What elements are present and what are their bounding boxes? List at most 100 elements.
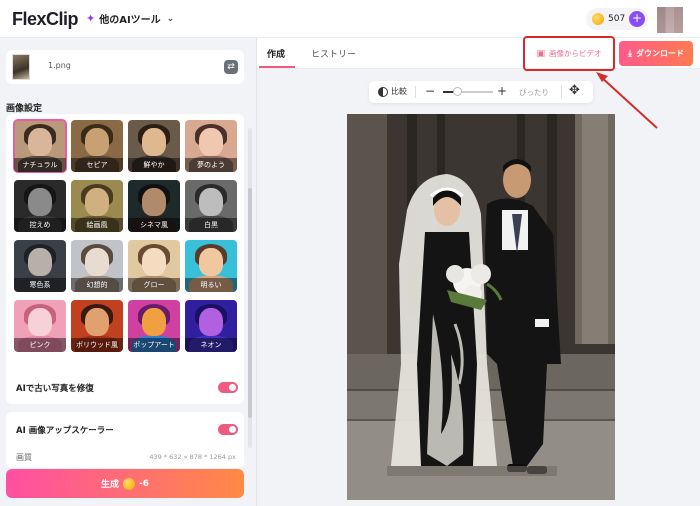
coin-icon — [123, 477, 135, 490]
download-icon: ⤓ — [628, 48, 632, 59]
portrait-thumbnail — [85, 248, 109, 276]
restore-label: AIで古い写真を修復 — [16, 384, 94, 394]
upscaler-option: AI 画像アップスケーラー 画質 439 * 632 » 878 * 1264 … — [6, 412, 244, 468]
download-label: ダウンロード — [635, 49, 684, 58]
portrait-thumbnail — [142, 248, 166, 276]
style-tile-label: ネオン — [185, 338, 237, 352]
portrait-thumbnail — [199, 248, 223, 276]
style-tile[interactable]: 明るい — [185, 240, 237, 292]
top-bar: FlexClip ✦ 他のAIツール ⌄ 507 + — [0, 0, 700, 38]
compare-button[interactable]: 比較 — [378, 86, 407, 97]
credits-count: 507 — [608, 14, 626, 24]
style-tile[interactable]: 絵画風 — [71, 180, 123, 232]
tabs-bar: 作成 ヒストリー ▣ 画像からビデオ ⤓ ダウンロード — [257, 36, 700, 71]
restore-toggle[interactable] — [218, 382, 238, 393]
style-tile-label: 鮮やか — [128, 158, 180, 172]
portrait-thumbnail — [142, 188, 166, 216]
add-credits-button[interactable]: + — [629, 11, 645, 27]
style-tile-label: 明るい — [185, 278, 237, 292]
style-tile[interactable]: ネオン — [185, 300, 237, 352]
credits-badge: 507 + — [586, 8, 648, 30]
image-to-video-label: 画像からビデオ — [549, 49, 602, 58]
portrait-thumbnail — [28, 248, 52, 276]
style-tile[interactable]: シネマ風 — [128, 180, 180, 232]
style-tile[interactable]: 白黒 — [185, 180, 237, 232]
video-icon: ▣ — [536, 48, 545, 59]
style-tile-label: 白黒 — [185, 218, 237, 232]
zoom-slider-handle[interactable] — [453, 87, 462, 96]
compare-icon — [378, 86, 388, 97]
download-button[interactable]: ⤓ ダウンロード — [619, 41, 693, 66]
portrait-thumbnail — [142, 128, 166, 156]
style-tile[interactable]: セピア — [71, 120, 123, 172]
style-tile[interactable]: グロー — [128, 240, 180, 292]
zoom-toolbar: 比較 − + ぴったり ✥ — [369, 81, 593, 103]
quality-label: 画質 — [16, 453, 32, 462]
portrait-thumbnail — [85, 308, 109, 336]
compare-label: 比較 — [391, 87, 407, 96]
style-tile[interactable]: 幻想的 — [71, 240, 123, 292]
style-tile-label: ボリウッド風 — [71, 338, 123, 352]
portrait-thumbnail — [142, 308, 166, 336]
generate-cost: -6 — [139, 478, 149, 489]
generate-label: 生成 — [100, 480, 119, 490]
active-tab-indicator — [259, 66, 295, 68]
upscaler-label: AI 画像アップスケーラー — [16, 426, 114, 436]
zoom-slider[interactable] — [443, 87, 493, 96]
style-tile[interactable]: 夢のよう — [185, 120, 237, 172]
portrait-thumbnail — [28, 188, 52, 216]
style-tile[interactable]: ナチュラル — [13, 119, 67, 173]
style-tile-label: 幻想的 — [71, 278, 123, 292]
portrait-thumbnail — [28, 128, 52, 156]
quality-values: 439 * 632 » 878 * 1264 px — [149, 453, 236, 461]
style-tile[interactable]: ポップアート — [128, 300, 180, 352]
zoom-in-button[interactable]: + — [497, 84, 507, 98]
style-tile-label: セピア — [71, 158, 123, 172]
style-tile[interactable]: 鮮やか — [128, 120, 180, 172]
photo-preview — [347, 114, 615, 500]
zoom-out-button[interactable]: − — [425, 84, 435, 98]
style-tile-label: 夢のよう — [185, 158, 237, 172]
style-tile-label: グロー — [128, 278, 180, 292]
editor-area: 作成 ヒストリー ▣ 画像からビデオ ⤓ ダウンロード 比較 − + ぴったり … — [256, 36, 700, 506]
style-tile-label: シネマ風 — [128, 218, 180, 232]
style-tile[interactable]: ボリウッド風 — [71, 300, 123, 352]
move-icon[interactable]: ✥ — [569, 83, 580, 98]
settings-panel: 1.png ⇄ 画像設定 ナチュラル セピア 鮮やか 夢のよう控えめ 絵画風 シネマ風 白黒… — [0, 38, 256, 506]
uploaded-file-card: 1.png ⇄ — [6, 50, 244, 84]
fit-button[interactable]: ぴったり — [519, 87, 549, 98]
tab-history[interactable]: ヒストリー — [311, 47, 356, 60]
user-avatar[interactable] — [657, 7, 683, 33]
style-tile-label: 絵画風 — [71, 218, 123, 232]
portrait-thumbnail — [85, 188, 109, 216]
file-thumbnail — [12, 54, 30, 80]
style-tile-label: 寒色系 — [14, 278, 66, 292]
portrait-thumbnail — [199, 188, 223, 216]
ai-tools-label: 他のAIツール — [99, 15, 161, 26]
scrollbar-thumb[interactable] — [248, 188, 252, 418]
style-grid: ナチュラル セピア 鮮やか 夢のよう控えめ 絵画風 シネマ風 白黒寒色系 幻想的 グロー 明るいピ… — [13, 119, 237, 352]
style-tile-label: ポップアート — [128, 338, 180, 352]
portrait-thumbnail — [85, 128, 109, 156]
generate-button[interactable]: 生成 -6 — [6, 469, 244, 498]
flexclip-logo[interactable]: FlexClip — [12, 9, 79, 30]
wedding-photo — [347, 114, 615, 500]
divider — [561, 86, 562, 98]
coin-icon — [592, 13, 604, 25]
replace-image-icon[interactable]: ⇄ — [224, 60, 238, 74]
image-settings-title: 画像設定 — [6, 104, 43, 114]
ai-tools-menu[interactable]: ✦ 他のAIツール ⌄ — [86, 11, 174, 26]
style-tile-label: ナチュラル — [14, 158, 66, 172]
image-to-video-button[interactable]: ▣ 画像からビデオ — [525, 41, 613, 66]
portrait-thumbnail — [199, 308, 223, 336]
portrait-thumbnail — [199, 128, 223, 156]
file-name: 1.png — [48, 61, 71, 70]
style-tile[interactable]: 寒色系 — [14, 240, 66, 292]
style-tile[interactable]: 控えめ — [14, 180, 66, 232]
upscaler-toggle[interactable] — [218, 424, 238, 435]
divider — [415, 86, 416, 98]
style-tile[interactable]: ピンク — [14, 300, 66, 352]
tab-create[interactable]: 作成 — [267, 47, 285, 60]
sparkle-icon: ✦ — [86, 12, 96, 25]
style-presets: ナチュラル セピア 鮮やか 夢のよう控えめ 絵画風 シネマ風 白黒寒色系 幻想的 グロー 明るいピ… — [6, 114, 244, 399]
